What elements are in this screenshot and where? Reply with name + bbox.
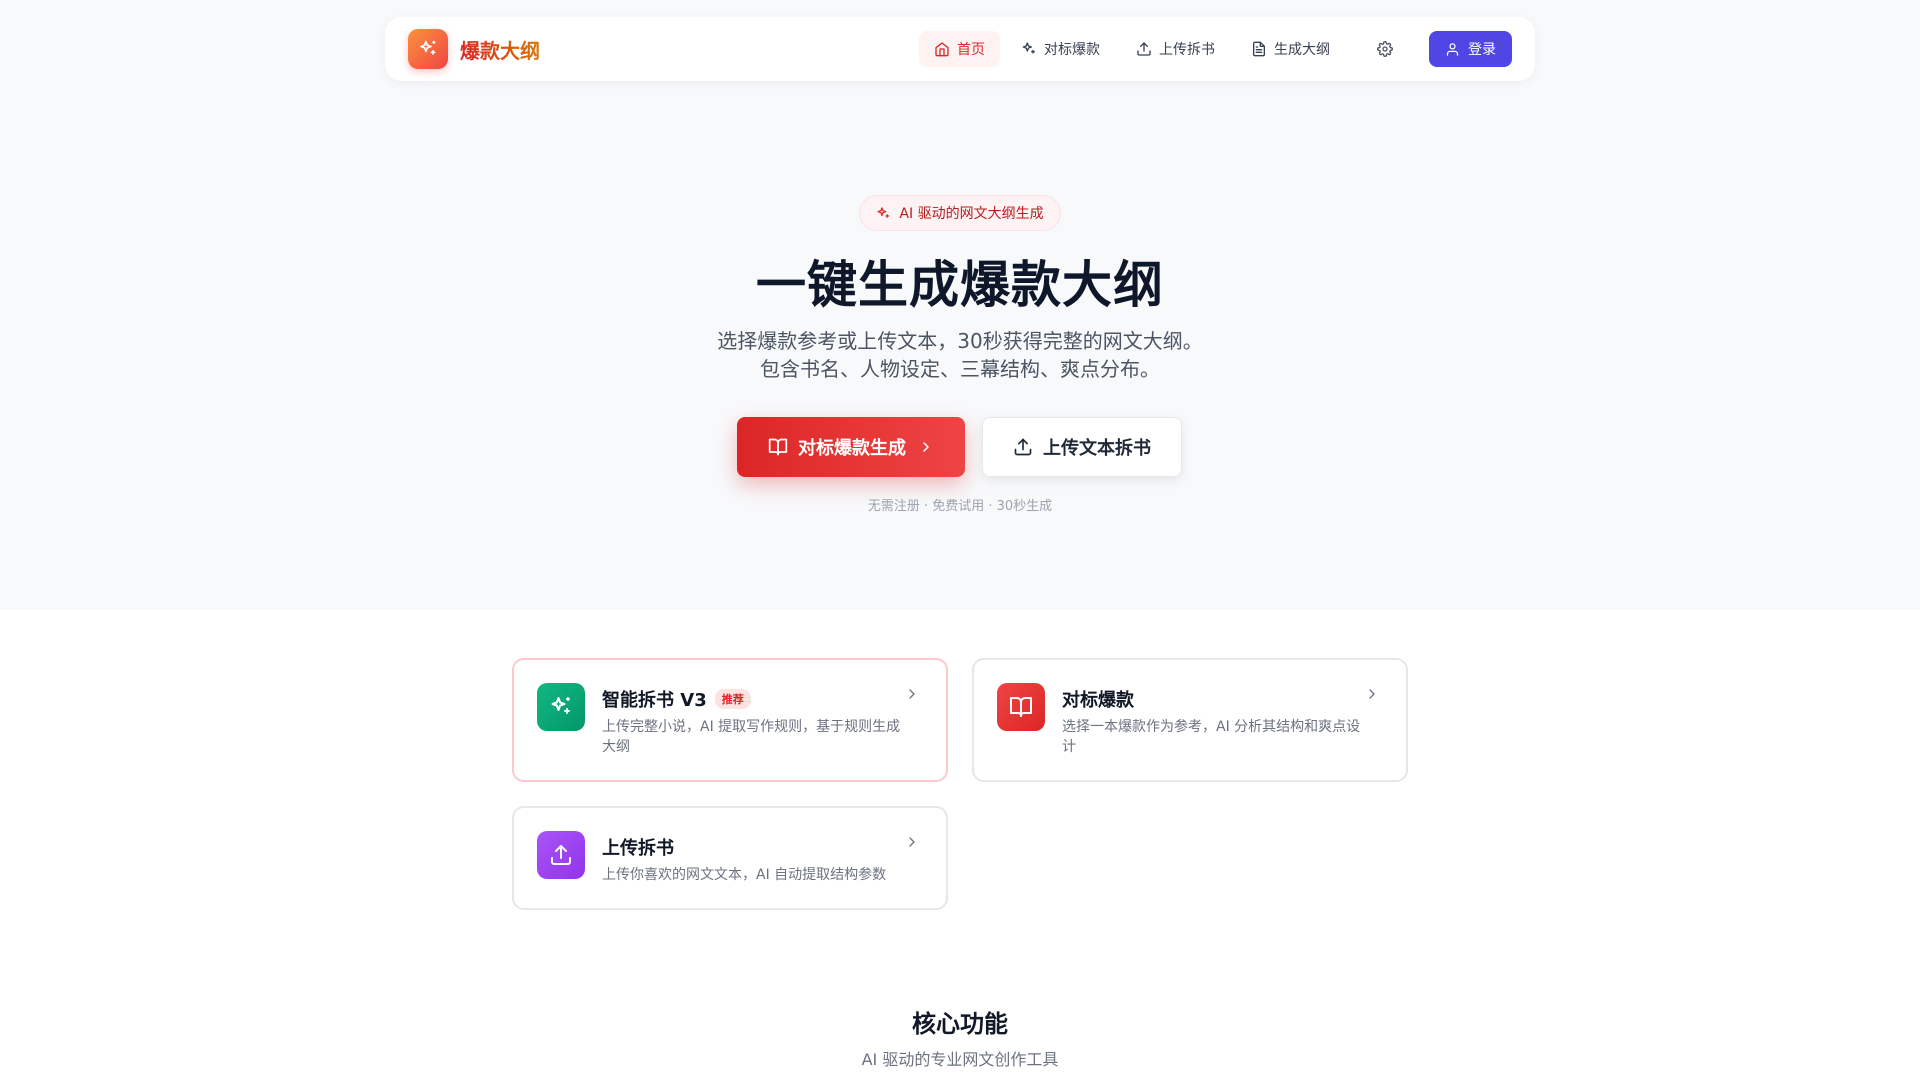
card-title-text: 智能拆书 V3	[602, 690, 707, 711]
nav-item-home[interactable]: 首页	[919, 31, 1000, 67]
nav-links: 首页 对标爆款 上传拆书 生成大纲 登录	[913, 31, 1512, 67]
nav-item-label: 上传拆书	[1159, 42, 1215, 58]
section-subtitle: AI 驱动的专业网文创作工具	[861, 1050, 1059, 1069]
card-title-text: 对标爆款	[1062, 690, 1134, 711]
card-smart-breakdown[interactable]: 智能拆书 V3 推荐 上传完整小说，AI 提取写作规则，基于规则生成大纲	[512, 658, 948, 782]
recommend-badge: 推荐	[714, 689, 751, 709]
nav-item-upload[interactable]: 上传拆书	[1121, 31, 1230, 67]
hero-badge-text: AI 驱动的网文大纲生成	[899, 206, 1044, 222]
card-title: 智能拆书 V3 推荐	[602, 686, 751, 712]
upload-icon	[551, 845, 571, 865]
card-title-text: 上传拆书	[602, 838, 674, 859]
chevron-right-icon	[909, 837, 915, 847]
user-icon	[1446, 42, 1459, 56]
home-icon	[935, 42, 949, 57]
login-button[interactable]: 登录	[1429, 31, 1512, 67]
upload-icon	[1137, 42, 1151, 56]
card-icon-box	[537, 683, 585, 731]
chevron-right-icon	[923, 442, 929, 452]
card-description: 上传完整小说，AI 提取写作规则，基于规则生成大纲	[602, 719, 901, 755]
hero-badge: AI 驱动的网文大纲生成	[859, 195, 1061, 231]
hero-title: 一键生成爆款大纲	[756, 256, 1164, 314]
login-label: 登录	[1468, 42, 1496, 58]
top-navbar: 爆款大纲 首页 对标爆款 上传拆书 生成大纲 登录	[385, 17, 1535, 81]
book-open-icon	[1010, 697, 1032, 717]
sparkles-icon	[877, 206, 890, 218]
card-icon-box	[997, 683, 1045, 731]
settings-button[interactable]	[1367, 31, 1403, 67]
chevron-right-icon	[909, 689, 915, 699]
button-label: 上传文本拆书	[1043, 438, 1151, 459]
card-description: 上传你喜欢的网文文本，AI 自动提取结构参数	[602, 867, 887, 883]
card-title: 上传拆书	[602, 834, 674, 860]
gear-icon	[1377, 41, 1393, 57]
card-title: 对标爆款	[1062, 686, 1134, 712]
card-icon-box	[537, 831, 585, 879]
upload-text-button[interactable]: 上传文本拆书	[982, 417, 1182, 477]
nav-item-outline[interactable]: 生成大纲	[1236, 31, 1345, 67]
nav-item-label: 生成大纲	[1274, 42, 1330, 58]
benchmark-generate-button[interactable]: 对标爆款生成	[737, 417, 965, 477]
nav-item-benchmark[interactable]: 对标爆款	[1006, 31, 1115, 67]
section-title: 核心功能	[912, 1010, 1008, 1038]
file-text-icon	[1253, 41, 1265, 57]
button-label: 对标爆款生成	[798, 438, 906, 459]
card-description: 选择一本爆款作为参考，AI 分析其结构和爽点设计	[1062, 719, 1361, 755]
logo-sparkles-icon[interactable]	[408, 29, 448, 69]
upload-icon	[1014, 438, 1032, 456]
hero-subtitle-line: 选择爆款参考或上传文本，30秒获得完整的网文大纲。	[717, 329, 1203, 353]
hero-subtitle: 选择爆款参考或上传文本，30秒获得完整的网文大纲。 包含书名、人物设定、三幕结构…	[0, 327, 1920, 383]
card-benchmark[interactable]: 对标爆款 选择一本爆款作为参考，AI 分析其结构和爽点设计	[972, 658, 1408, 782]
nav-item-label: 对标爆款	[1044, 42, 1100, 58]
book-open-icon	[768, 438, 788, 456]
hero-note: 无需注册 · 免费试用 · 30秒生成	[867, 499, 1053, 514]
nav-item-label: 首页	[957, 42, 985, 58]
chevron-right-icon	[1369, 689, 1375, 699]
hero-subtitle-line: 包含书名、人物设定、三幕结构、爽点分布。	[760, 357, 1160, 381]
sparkles-icon	[551, 697, 570, 714]
card-upload-breakdown[interactable]: 上传拆书 上传你喜欢的网文文本，AI 自动提取结构参数	[512, 806, 948, 910]
brand-name[interactable]: 爆款大纲	[460, 35, 540, 64]
sparkles-icon	[1022, 42, 1035, 54]
